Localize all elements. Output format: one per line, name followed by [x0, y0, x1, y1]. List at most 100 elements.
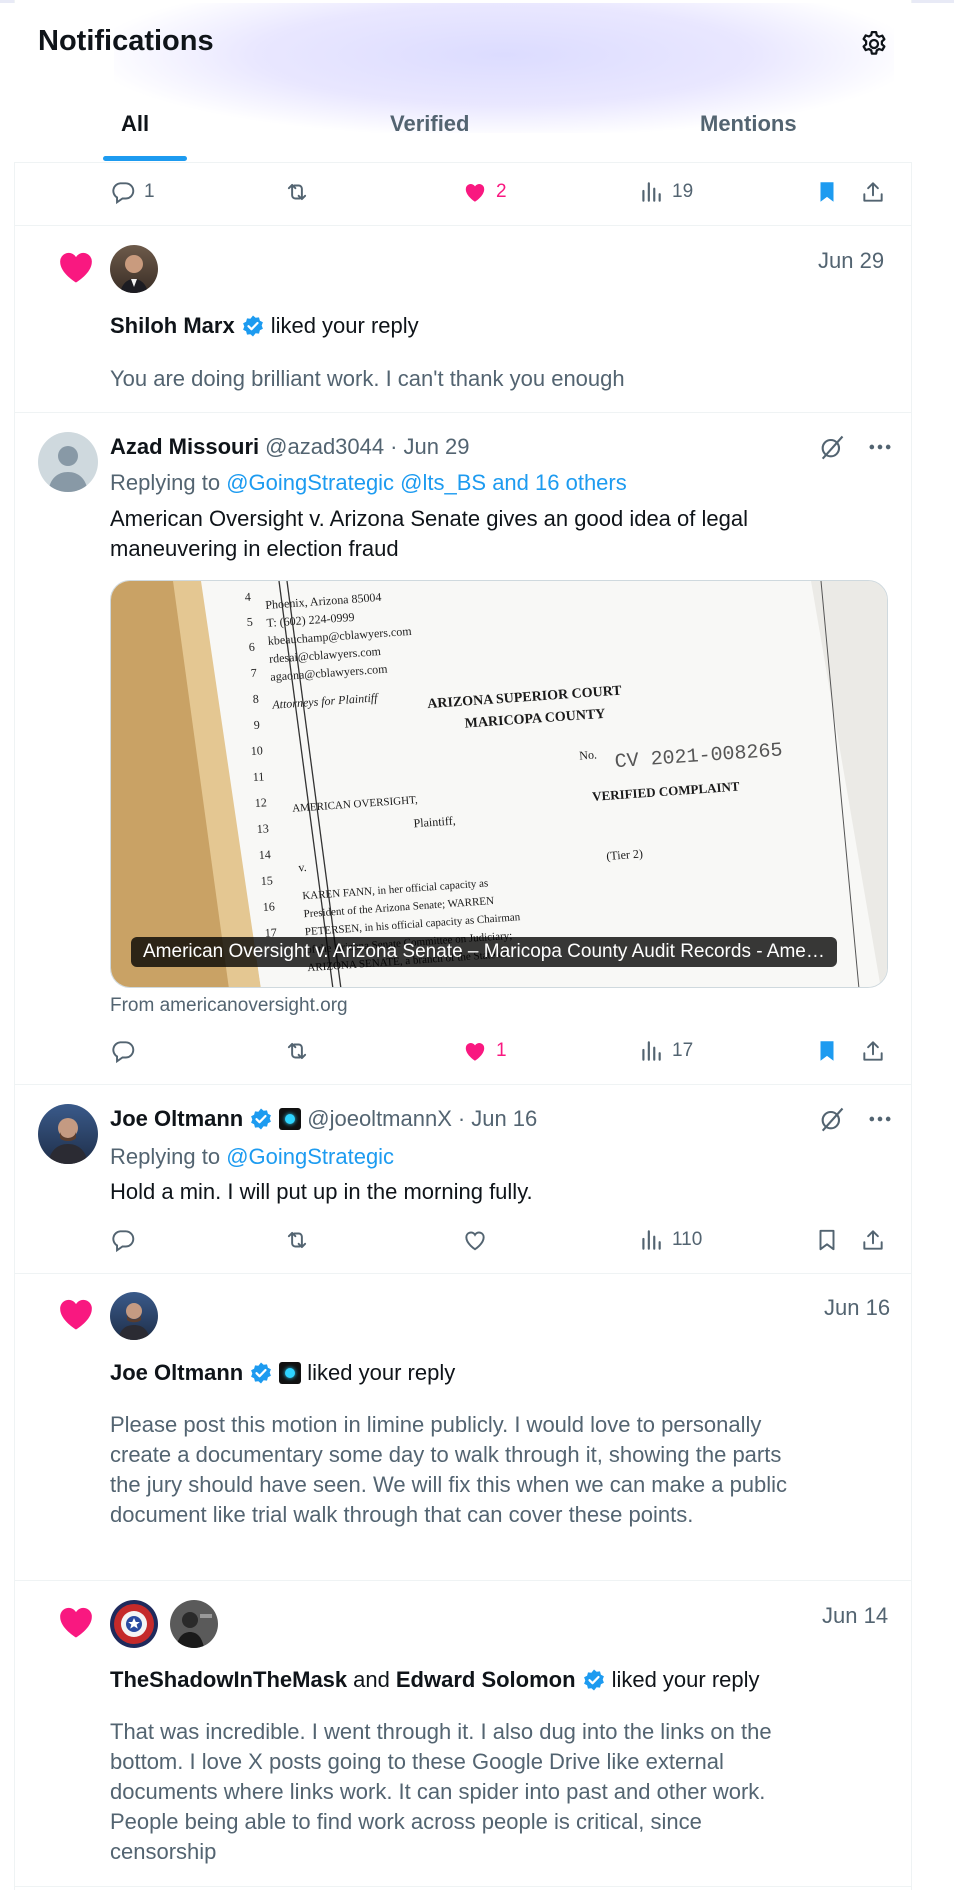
gear-icon[interactable] [859, 29, 889, 59]
notification-body: You are doing brilliant work. I can't th… [110, 366, 625, 391]
bookmark-filled-icon [814, 1038, 840, 1064]
replying-to-link[interactable]: @GoingStrategic [226, 1144, 394, 1169]
like-button[interactable]: 2 [462, 167, 507, 217]
user-handle[interactable]: @azad3044 [265, 434, 384, 460]
verified-badge-icon [249, 1107, 273, 1131]
user-name[interactable]: Joe Oltmann [110, 1360, 243, 1386]
doc-line-number: 14 [258, 847, 271, 862]
like-button[interactable] [462, 1215, 488, 1265]
retweet-button[interactable] [284, 167, 310, 217]
doc-line-number: 15 [260, 873, 273, 888]
user-handle[interactable]: @joeoltmannX [307, 1106, 452, 1132]
active-tab-indicator [103, 156, 187, 161]
doc-line-number: 5 [246, 615, 253, 629]
notification-header-line: TheShadowInTheMask and Edward Solomon li… [110, 1667, 760, 1693]
share-icon [860, 1227, 886, 1253]
doc-v: v. [298, 860, 307, 875]
divider [14, 1886, 912, 1887]
divider [14, 1273, 912, 1274]
doc-line-number: 10 [250, 743, 263, 758]
retweet-button[interactable] [284, 1215, 310, 1265]
heart-filled-icon [462, 179, 488, 205]
tweet-date[interactable]: Jun 16 [471, 1106, 537, 1132]
avatar[interactable] [110, 245, 158, 293]
user-name[interactable]: Shiloh Marx [110, 313, 235, 339]
tweet-header: Joe Oltmann @joeoltmannX · Jun 16 [110, 1106, 537, 1132]
grok-icon[interactable] [818, 433, 846, 461]
views-icon [638, 179, 664, 205]
default-avatar-icon[interactable] [38, 432, 98, 492]
more-icon[interactable] [866, 433, 894, 461]
like-count: 2 [496, 181, 507, 202]
avatar[interactable] [110, 1292, 158, 1340]
replying-to: Replying to @GoingStrategic [110, 1144, 394, 1170]
reply-button[interactable]: 1 [110, 167, 155, 217]
share-button[interactable] [860, 1026, 886, 1076]
tab-all[interactable]: All [121, 111, 149, 137]
card-source[interactable]: From americanoversight.org [110, 995, 348, 1017]
verified-badge-icon [241, 314, 265, 338]
heart-icon [55, 247, 97, 287]
doc-line-number: 7 [250, 666, 257, 680]
heart-icon [55, 1602, 97, 1642]
reply-button[interactable] [110, 1026, 136, 1076]
reply-button[interactable] [110, 1215, 136, 1265]
avatar[interactable] [38, 1104, 98, 1164]
like-button[interactable]: 1 [462, 1026, 507, 1076]
views-button[interactable]: 17 [638, 1026, 693, 1076]
divider [14, 225, 912, 226]
retweet-button[interactable] [284, 1026, 310, 1076]
affiliate-badge-icon [279, 1362, 302, 1384]
heart-icon [55, 1294, 97, 1334]
notification-action: liked your reply [270, 313, 419, 338]
verified-badge-icon [582, 1668, 606, 1692]
reply-icon [110, 1038, 136, 1064]
doc-line-number: 12 [254, 795, 267, 810]
user-name[interactable]: Edward Solomon [396, 1667, 576, 1693]
replying-to-link[interactable]: @GoingStrategic @lts_BS and 16 others [226, 470, 627, 495]
heart-filled-icon [462, 1038, 488, 1064]
tweet-top-icons [818, 1105, 894, 1133]
page-title: Notifications [38, 25, 214, 57]
more-icon[interactable] [866, 1105, 894, 1133]
notifications-header: Notifications All Verified Mentions [14, 3, 912, 163]
affiliate-badge-icon [279, 1108, 302, 1130]
doc-line-number: 8 [252, 692, 259, 706]
user-name[interactable]: TheShadowInTheMask [110, 1667, 347, 1693]
tweet-date[interactable]: Jun 29 [403, 434, 469, 460]
bookmark-button[interactable] [814, 1026, 840, 1076]
user-name[interactable]: Joe Oltmann [110, 1106, 243, 1132]
reply-count: 1 [144, 181, 155, 202]
verified-badge-icon [249, 1361, 273, 1385]
tweet-actions-top: 1 2 19 [14, 167, 912, 217]
link-card[interactable]: 4 5 6 7 8 9 10 11 12 13 14 15 16 17 Phoe… [110, 580, 888, 988]
replying-label: Replying to [110, 1144, 221, 1169]
views-icon [638, 1227, 664, 1253]
doc-line-number: 6 [248, 640, 255, 654]
views-button[interactable]: 19 [638, 167, 693, 217]
views-button[interactable]: 110 [638, 1215, 702, 1265]
doc-line-number: 9 [253, 718, 260, 732]
notification-header-line: Joe Oltmann liked your reply [110, 1360, 455, 1386]
doc-line-number: 11 [252, 769, 264, 784]
views-icon [638, 1038, 664, 1064]
divider [14, 1084, 912, 1085]
bookmark-button[interactable] [814, 1215, 840, 1265]
separator-dot: · [390, 434, 398, 459]
tweet-header: Azad Missouri @azad3044 · Jun 29 [110, 434, 470, 460]
user-name[interactable]: Azad Missouri [110, 434, 259, 460]
share-button[interactable] [860, 167, 886, 217]
tab-mentions[interactable]: Mentions [700, 111, 797, 137]
share-button[interactable] [860, 1215, 886, 1265]
like-count: 1 [496, 1040, 507, 1061]
notification-body: That was incredible. I went through it. … [110, 1719, 772, 1864]
grok-icon[interactable] [818, 1105, 846, 1133]
avatar[interactable] [170, 1600, 218, 1648]
tweet-actions-joe: 110 [14, 1215, 912, 1265]
notification-action: liked your reply [611, 1667, 760, 1692]
divider [14, 1580, 912, 1581]
tab-verified[interactable]: Verified [390, 111, 469, 137]
views-count: 17 [672, 1040, 694, 1061]
avatar[interactable] [110, 1600, 158, 1648]
bookmark-button[interactable] [814, 167, 840, 217]
